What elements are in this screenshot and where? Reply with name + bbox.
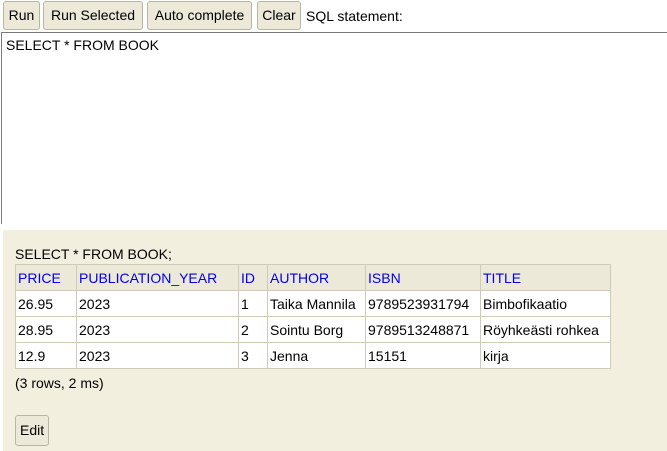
table-row: 28.95 2023 2 Sointu Borg 9789513248871 R…: [15, 316, 611, 343]
column-header-author[interactable]: AUTHOR: [267, 264, 366, 291]
sql-editor[interactable]: SELECT * FROM BOOK: [1, 32, 667, 224]
cell-price: 12.9: [15, 342, 77, 369]
sql-statement-label: SQL statement:: [306, 8, 403, 24]
column-header-isbn[interactable]: ISBN: [365, 264, 481, 291]
cell-title: Bimbofikaatio: [480, 290, 611, 317]
column-header-title[interactable]: TITLE: [480, 264, 611, 291]
column-header-id[interactable]: ID: [238, 264, 268, 291]
cell-isbn: 9789513248871: [365, 316, 481, 343]
auto-complete-button[interactable]: Auto complete: [147, 1, 252, 30]
cell-author: Sointu Borg: [267, 316, 366, 343]
cell-author: Taika Mannila: [267, 290, 366, 317]
cell-id: 2: [238, 316, 268, 343]
cell-title: kirja: [480, 342, 611, 369]
toolbar: Run Run Selected Auto complete Clear SQL…: [0, 0, 667, 32]
cell-price: 28.95: [15, 316, 77, 343]
cell-id: 1: [238, 290, 268, 317]
cell-author: Jenna: [267, 342, 366, 369]
cell-title: Röyhkeästi rohkea: [480, 316, 611, 343]
table-header-row: PRICE PUBLICATION_YEAR ID AUTHOR ISBN TI…: [15, 264, 611, 291]
cell-id: 3: [238, 342, 268, 369]
cell-isbn: 15151: [365, 342, 481, 369]
cell-publication-year: 2023: [76, 342, 239, 369]
column-header-publication-year[interactable]: PUBLICATION_YEAR: [76, 264, 239, 291]
run-selected-button[interactable]: Run Selected: [43, 1, 143, 30]
cell-publication-year: 2023: [76, 290, 239, 317]
edit-button[interactable]: Edit: [15, 415, 50, 446]
table-row: 12.9 2023 3 Jenna 15151 kirja: [15, 342, 611, 369]
cell-isbn: 9789523931794: [365, 290, 481, 317]
results-panel: SELECT * FROM BOOK; PRICE PUBLICATION_YE…: [3, 230, 667, 451]
result-query-text: SELECT * FROM BOOK;: [15, 246, 172, 262]
table-row: 26.95 2023 1 Taika Mannila 9789523931794…: [15, 290, 611, 317]
cell-publication-year: 2023: [76, 316, 239, 343]
column-header-price[interactable]: PRICE: [15, 264, 77, 291]
results-table: PRICE PUBLICATION_YEAR ID AUTHOR ISBN TI…: [15, 264, 611, 369]
result-summary: (3 rows, 2 ms): [15, 375, 104, 391]
clear-button[interactable]: Clear: [257, 1, 301, 30]
cell-price: 26.95: [15, 290, 77, 317]
run-button[interactable]: Run: [3, 1, 40, 30]
